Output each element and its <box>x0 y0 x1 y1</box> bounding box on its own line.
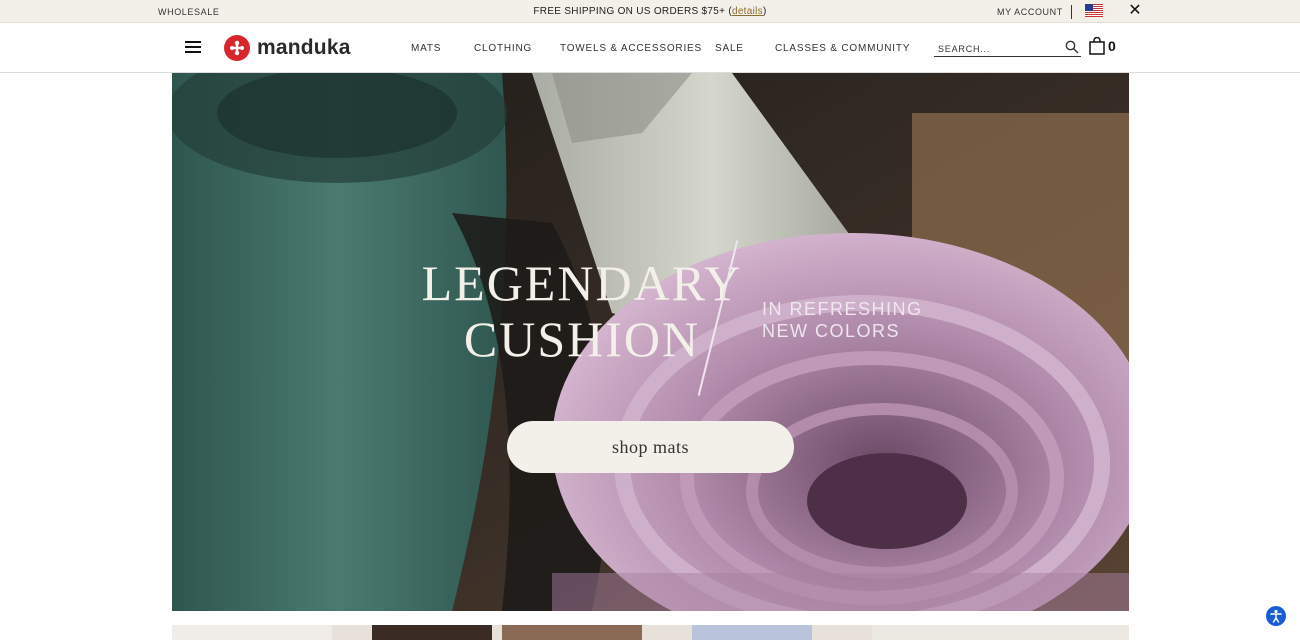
search-box <box>934 39 1081 57</box>
accessibility-button[interactable] <box>1266 606 1286 626</box>
my-account-link[interactable]: MY ACCOUNT <box>997 7 1063 17</box>
subline-2: NEW COLORS <box>762 321 901 341</box>
menu-icon[interactable] <box>185 41 201 54</box>
announcement-bar: WHOLESALE FREE SHIPPING ON US ORDERS $75… <box>0 0 1300 23</box>
accessibility-icon <box>1270 609 1282 623</box>
divider <box>1071 5 1072 19</box>
headline-line-1: LEGENDARY <box>421 255 743 311</box>
brand-logo[interactable]: manduka <box>223 33 351 63</box>
hero-banner[interactable]: LEGENDARY CUSHION IN REFRESHING NEW COLO… <box>172 73 1129 611</box>
nav-towels-accessories[interactable]: TOWELS & ACCESSORIES <box>560 43 702 54</box>
us-flag-icon[interactable] <box>1085 4 1103 17</box>
search-icon[interactable] <box>1065 40 1079 54</box>
shipping-details-link[interactable]: details <box>732 6 763 17</box>
subline-1: IN REFRESHING <box>762 299 923 319</box>
cart-button[interactable]: 0 <box>1089 37 1116 55</box>
nav-clothing[interactable]: CLOTHING <box>474 43 532 54</box>
headline-line-2: CUSHION <box>463 311 701 367</box>
shop-mats-button[interactable]: shop mats <box>507 421 794 473</box>
shopping-bag-icon <box>1089 37 1105 55</box>
shipping-text: FREE SHIPPING ON US ORDERS $75+ ( <box>533 6 732 17</box>
site-header: manduka MATS CLOTHING TOWELS & ACCESSORI… <box>0 23 1300 73</box>
shipping-banner: FREE SHIPPING ON US ORDERS $75+ (details… <box>0 6 1300 17</box>
manduka-logo-icon <box>224 35 250 61</box>
shipping-text-end: ) <box>762 6 767 17</box>
search-input[interactable] <box>934 41 1054 57</box>
nav-sale[interactable]: SALE <box>715 43 744 54</box>
nav-mats[interactable]: MATS <box>411 43 441 54</box>
cart-count: 0 <box>1108 38 1116 54</box>
next-section-image <box>172 625 1129 640</box>
logo-text: manduka <box>257 36 351 59</box>
next-section-photo <box>172 625 1129 640</box>
hero-headline: LEGENDARY CUSHION <box>412 255 752 367</box>
hero-subheadline: IN REFRESHING NEW COLORS <box>762 298 923 342</box>
nav-classes-community[interactable]: CLASSES & COMMUNITY <box>775 43 910 54</box>
close-icon[interactable]: ✕ <box>1128 3 1142 19</box>
